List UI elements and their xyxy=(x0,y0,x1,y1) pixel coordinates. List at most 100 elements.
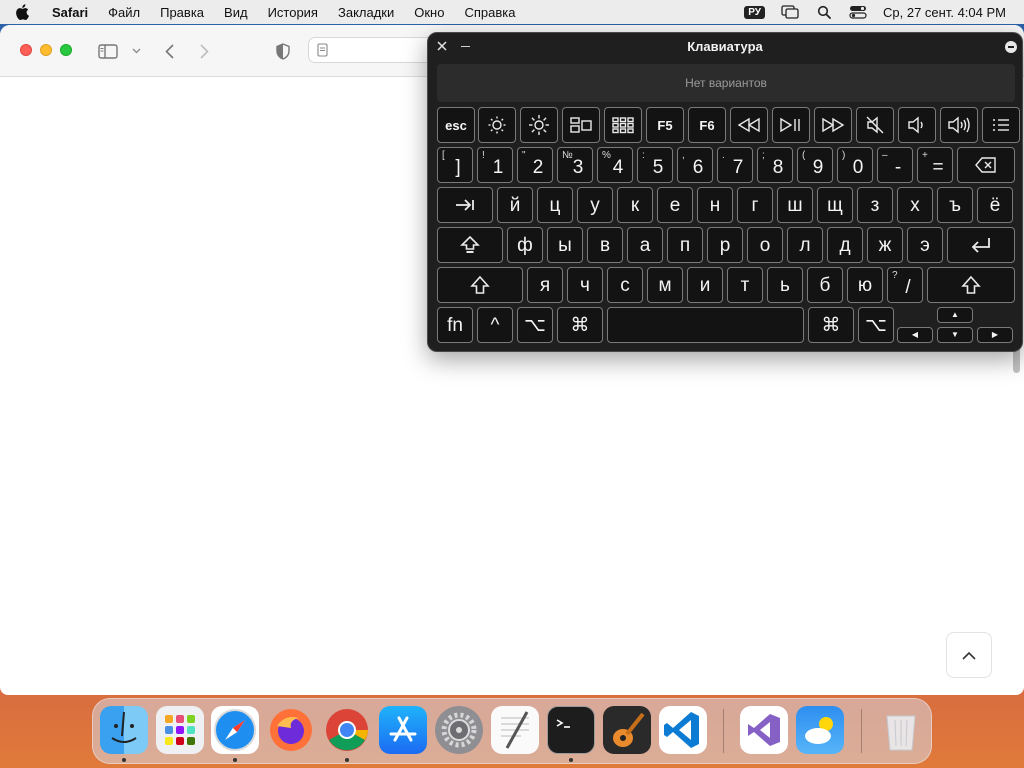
screen-mirroring-icon[interactable] xyxy=(779,4,801,20)
key-б[interactable]: б xyxy=(807,267,843,303)
key-ш[interactable]: ш xyxy=(777,187,813,223)
key-ж[interactable]: ж xyxy=(867,227,903,263)
menu-history[interactable]: История xyxy=(258,5,328,20)
window-zoom-button[interactable] xyxy=(60,44,72,56)
key-н[interactable]: н xyxy=(697,187,733,223)
key-4[interactable]: % 4 xyxy=(597,147,633,183)
key-т[interactable]: т xyxy=(727,267,763,303)
delete-key[interactable] xyxy=(957,147,1015,183)
key-л[interactable]: л xyxy=(787,227,823,263)
key-5[interactable]: :5 xyxy=(637,147,673,183)
fn-key-list[interactable] xyxy=(982,107,1020,143)
key-ч[interactable]: ч xyxy=(567,267,603,303)
key-ь[interactable]: ь xyxy=(767,267,803,303)
left-command-key[interactable]: ⌘ xyxy=(557,307,603,343)
key-а[interactable]: а xyxy=(627,227,663,263)
input-source-indicator[interactable]: РУ xyxy=(744,5,766,19)
key-к[interactable]: к xyxy=(617,187,653,223)
return-key[interactable] xyxy=(947,227,1015,263)
menu-file[interactable]: Файл xyxy=(98,5,150,20)
key-7[interactable]: .7 xyxy=(717,147,753,183)
apple-menu-icon[interactable] xyxy=(0,4,44,20)
key-х[interactable]: х xyxy=(897,187,933,223)
key-2[interactable]: " 2 xyxy=(517,147,553,183)
key-ю[interactable]: ю xyxy=(847,267,883,303)
dock-firefox-icon[interactable] xyxy=(267,706,315,754)
keyboard-options-icon[interactable] xyxy=(1005,41,1017,53)
right-shift-key[interactable] xyxy=(927,267,1015,303)
key-о[interactable]: о xyxy=(747,227,783,263)
dock-weather-icon[interactable] xyxy=(796,706,844,754)
arrow-left-key[interactable]: ◀ xyxy=(897,327,933,343)
key-э[interactable]: э xyxy=(907,227,943,263)
key-я[interactable]: я xyxy=(527,267,563,303)
key-р[interactable]: р xyxy=(707,227,743,263)
spotlight-search-icon[interactable] xyxy=(813,4,835,20)
key-6[interactable]: ,6 xyxy=(677,147,713,183)
window-minimize-button[interactable] xyxy=(40,44,52,56)
fn-key-F6[interactable]: F6 xyxy=(688,107,726,143)
dock-textedit-icon[interactable] xyxy=(491,706,539,754)
fn-key-brightness-down[interactable] xyxy=(478,107,516,143)
fn-key-volume-up[interactable] xyxy=(940,107,978,143)
back-chevron-icon[interactable] xyxy=(162,41,176,61)
sidebar-toggle-icon[interactable] xyxy=(97,41,119,61)
key-ы[interactable]: ы xyxy=(547,227,583,263)
key-з[interactable]: з xyxy=(857,187,893,223)
menu-help[interactable]: Справка xyxy=(454,5,525,20)
caps-lock-key[interactable] xyxy=(437,227,503,263)
menu-view[interactable]: Вид xyxy=(214,5,258,20)
dock-trash-icon[interactable] xyxy=(877,706,925,754)
key-slash[interactable]: ? / xyxy=(887,267,923,303)
arrow-up-key[interactable]: ▲ xyxy=(937,307,973,323)
key--[interactable]: – - xyxy=(877,147,913,183)
dock-launchpad-icon[interactable] xyxy=(156,706,204,754)
tab-key[interactable] xyxy=(437,187,493,223)
key-8[interactable]: ; 8 xyxy=(757,147,793,183)
dock-vscode-icon[interactable] xyxy=(659,706,707,754)
fn-key-mission-control[interactable] xyxy=(562,107,600,143)
key-г[interactable]: г xyxy=(737,187,773,223)
key-][interactable]: [] xyxy=(437,147,473,183)
key-й[interactable]: й xyxy=(497,187,533,223)
key-д[interactable]: д xyxy=(827,227,863,263)
key-в[interactable]: в xyxy=(587,227,623,263)
right-command-key[interactable]: ⌘ xyxy=(808,307,854,343)
menu-clock[interactable]: Ср, 27 сент. 4:04 PM xyxy=(883,5,1006,20)
forward-chevron-icon[interactable] xyxy=(197,41,211,61)
left-shift-key[interactable] xyxy=(437,267,523,303)
tab-group-chevron-down-icon[interactable] xyxy=(130,41,142,61)
key-ё[interactable]: ё xyxy=(977,187,1013,223)
fn-key-esc[interactable]: esc xyxy=(437,107,475,143)
dock-app-store-icon[interactable] xyxy=(379,706,427,754)
window-close-button[interactable] xyxy=(20,44,32,56)
control-center-icon[interactable] xyxy=(847,4,869,20)
dock-visual-studio-icon[interactable] xyxy=(740,706,788,754)
key-ъ[interactable]: ъ xyxy=(937,187,973,223)
key-и[interactable]: и xyxy=(687,267,723,303)
dock-system-settings-icon[interactable] xyxy=(435,706,483,754)
fn-key[interactable]: fn xyxy=(437,307,473,343)
key-у[interactable]: у xyxy=(577,187,613,223)
fn-key-rewind[interactable] xyxy=(730,107,768,143)
key-с[interactable]: с xyxy=(607,267,643,303)
dock-finder-icon[interactable] xyxy=(100,706,148,754)
address-bar[interactable] xyxy=(308,37,438,63)
fn-key-F5[interactable]: F5 xyxy=(646,107,684,143)
dock-garageband-icon[interactable] xyxy=(603,706,651,754)
key-п[interactable]: п xyxy=(667,227,703,263)
menu-bookmarks[interactable]: Закладки xyxy=(328,5,404,20)
key-ф[interactable]: ф xyxy=(507,227,543,263)
control-key[interactable]: ^ xyxy=(477,307,513,343)
key-1[interactable]: ! 1 xyxy=(477,147,513,183)
arrow-down-key[interactable]: ▼ xyxy=(937,327,973,343)
fn-key-fast-forward[interactable] xyxy=(814,107,852,143)
key-щ[interactable]: щ xyxy=(817,187,853,223)
fn-key-launchpad[interactable] xyxy=(604,107,642,143)
dock-safari-icon[interactable] xyxy=(211,706,259,754)
fn-key-volume-down[interactable] xyxy=(898,107,936,143)
fn-key-play-pause[interactable] xyxy=(772,107,810,143)
key-м[interactable]: м xyxy=(647,267,683,303)
dock-terminal-icon[interactable] xyxy=(547,706,595,754)
right-option-key[interactable]: ⌥ xyxy=(858,307,894,343)
